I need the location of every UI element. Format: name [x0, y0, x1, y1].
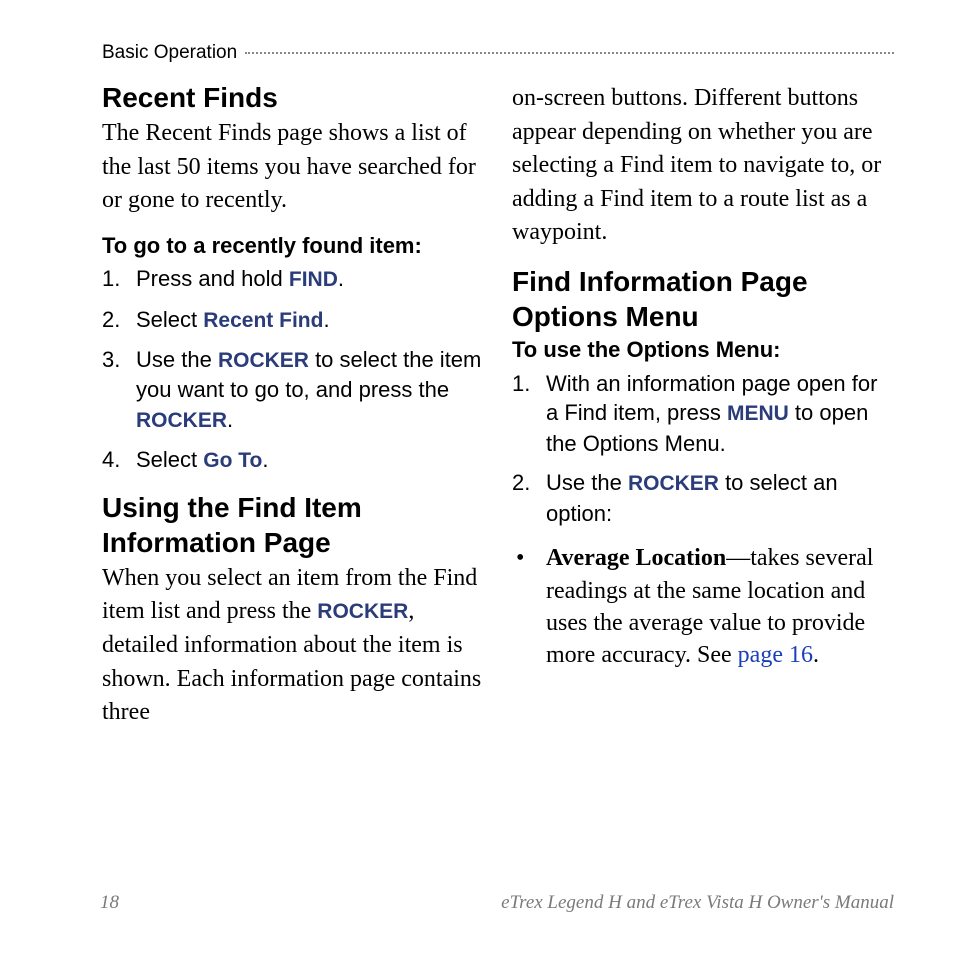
steps-options-menu: With an information page open for a Find… — [512, 369, 894, 529]
link-page-16[interactable]: page 16 — [738, 642, 813, 668]
keyword-rocker: ROCKER — [136, 409, 227, 432]
para-recent-finds: The Recent Finds page shows a list of th… — [102, 117, 484, 218]
lead-goto-recent: To go to a recently found item: — [102, 232, 484, 261]
para-continuation: on-screen buttons. Different buttons app… — [512, 82, 894, 250]
bullet-average-location: Average Location—takes several readings … — [512, 542, 894, 672]
page-header: Basic Operation — [102, 42, 894, 64]
bullet-term: Average Location — [546, 545, 726, 571]
header-section-label: Basic Operation — [102, 42, 245, 64]
keyword-menu: MENU — [727, 402, 789, 425]
keyword-recent-find: Recent Find — [203, 309, 323, 332]
right-column: on-screen buttons. Different buttons app… — [512, 76, 894, 744]
keyword-rocker: ROCKER — [218, 349, 309, 372]
step-3: Use the ROCKER to select the item you wa… — [102, 345, 484, 435]
page-number: 18 — [100, 892, 119, 914]
keyword-goto: Go To — [203, 449, 262, 472]
lead-use-options: To use the Options Menu: — [512, 336, 894, 365]
step-1: Press and hold FIND. — [102, 264, 484, 294]
steps-goto-recent: Press and hold FIND. Select Recent Find.… — [102, 264, 484, 475]
options-step-1: With an information page open for a Find… — [512, 369, 894, 459]
step-4: Select Go To. — [102, 445, 484, 475]
step-2: Select Recent Find. — [102, 305, 484, 335]
heading-using-find-item: Using the Find Item Information Page — [102, 490, 484, 560]
keyword-rocker: ROCKER — [628, 472, 719, 495]
content-columns: Recent Finds The Recent Finds page shows… — [102, 76, 894, 744]
left-column: Recent Finds The Recent Finds page shows… — [102, 76, 484, 744]
options-step-2: Use the ROCKER to select an option: — [512, 468, 894, 528]
heading-recent-finds: Recent Finds — [102, 80, 484, 115]
heading-options-menu: Find Information Page Options Menu — [512, 264, 894, 334]
page-footer: 18 eTrex Legend H and eTrex Vista H Owne… — [100, 892, 894, 914]
header-divider — [245, 52, 894, 54]
keyword-find: FIND — [289, 268, 338, 291]
keyword-rocker: ROCKER — [317, 600, 408, 623]
para-using-find-item: When you select an item from the Find it… — [102, 562, 484, 730]
manual-title: eTrex Legend H and eTrex Vista H Owner's… — [501, 892, 894, 914]
options-bullet-list: Average Location—takes several readings … — [512, 542, 894, 672]
